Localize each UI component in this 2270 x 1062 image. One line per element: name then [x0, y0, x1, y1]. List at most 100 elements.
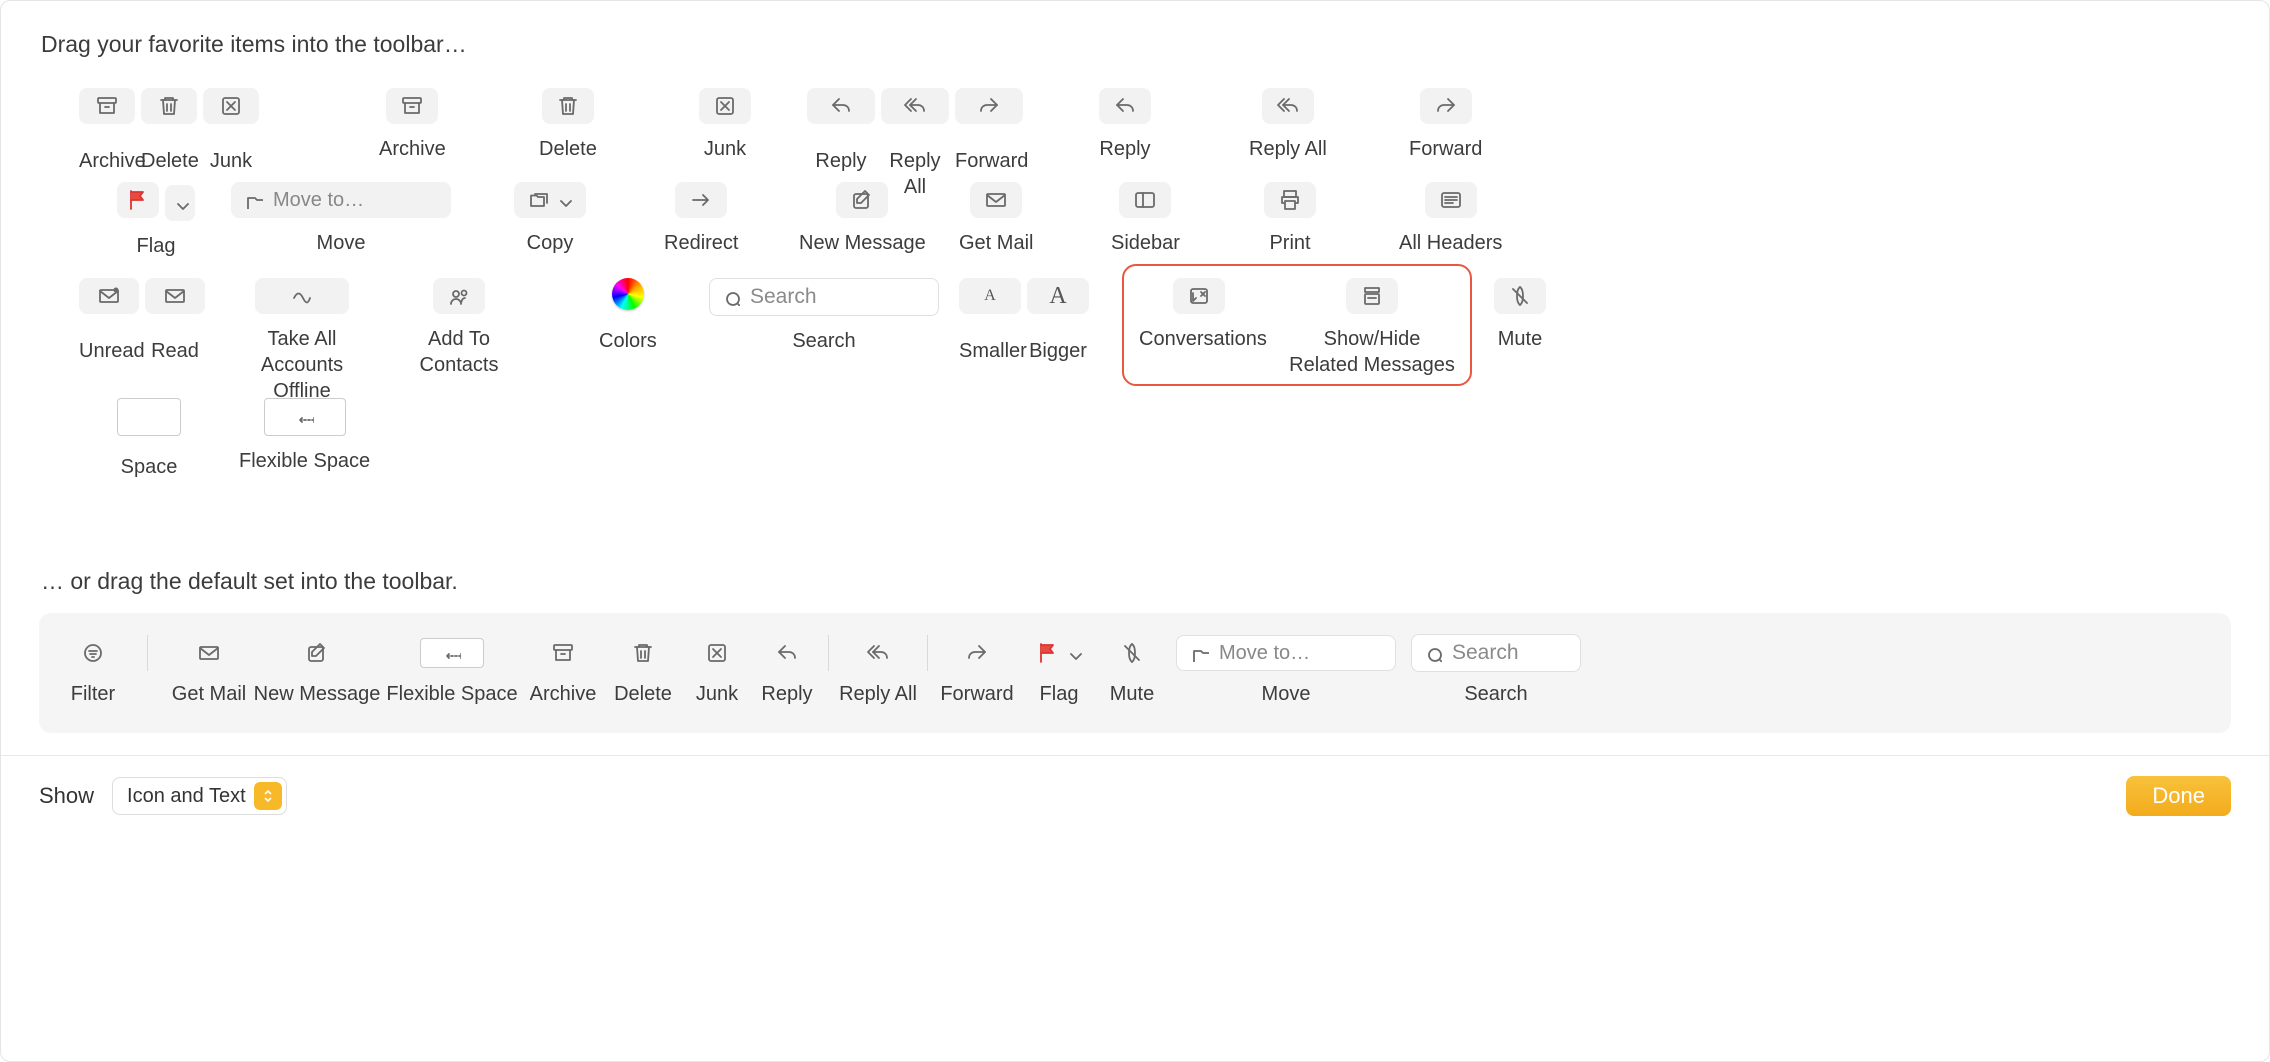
item-forward-single[interactable]: Forward: [1409, 88, 1482, 162]
bigger-icon[interactable]: A: [1027, 278, 1089, 314]
reply-label: Reply: [752, 683, 822, 706]
forward-icon[interactable]: [934, 635, 1020, 671]
default-toolbar-set[interactable]: Filter Get Mail New Message Flexible Spa…: [39, 613, 2231, 733]
item-reply-single[interactable]: Reply: [1099, 88, 1151, 162]
color-wheel-icon[interactable]: [612, 278, 644, 310]
flag-icon[interactable]: [117, 182, 159, 218]
reply-icon[interactable]: [752, 635, 822, 671]
item-new-message[interactable]: New Message: [799, 182, 926, 256]
junk-label: Junk: [682, 683, 752, 706]
reply-all-icon[interactable]: [835, 635, 921, 671]
item-offline[interactable]: Take All Accounts Offline: [237, 278, 367, 404]
forward-icon[interactable]: [955, 88, 1023, 124]
redirect-icon[interactable]: [675, 182, 727, 218]
headers-icon[interactable]: [1425, 182, 1477, 218]
compose-icon[interactable]: [252, 635, 382, 671]
contacts-icon[interactable]: [433, 278, 485, 314]
reply-all-icon[interactable]: [881, 88, 949, 124]
delete-icon[interactable]: [141, 88, 197, 124]
reply-all-icon[interactable]: [1262, 88, 1314, 124]
item-smaller-bigger[interactable]: A A Smaller Bigger: [959, 278, 1089, 364]
delete-icon[interactable]: [542, 88, 594, 124]
junk-label: Junk: [699, 136, 751, 162]
toolbar-items-grid: Archive Delete Junk Archive Delete Junk: [39, 88, 2231, 508]
flag-label: Flag: [117, 233, 195, 259]
move-placeholder: Move to…: [273, 189, 364, 212]
item-unread-read[interactable]: Unread Read: [79, 278, 205, 364]
junk-icon[interactable]: [699, 88, 751, 124]
mute-label: Mute: [1098, 683, 1166, 706]
item-reply-all-single[interactable]: Reply All: [1249, 88, 1327, 162]
flag-icon[interactable]: [1020, 635, 1098, 671]
space-icon[interactable]: [117, 398, 181, 436]
stepper-icon[interactable]: [254, 782, 282, 810]
move-label: Move: [231, 230, 451, 256]
delete-label: Delete: [604, 683, 682, 706]
flexible-space-icon[interactable]: [382, 635, 522, 671]
item-all-headers[interactable]: All Headers: [1399, 182, 1502, 256]
forward-icon[interactable]: [1420, 88, 1472, 124]
junk-icon[interactable]: [682, 635, 752, 671]
chevron-down-icon[interactable]: [165, 185, 195, 221]
archive-label: Archive: [522, 683, 604, 706]
delete-label: Delete: [539, 136, 597, 162]
show-mode-select[interactable]: Icon and Text: [112, 777, 287, 815]
reply-icon[interactable]: [807, 88, 875, 124]
search-placeholder: Search: [1452, 641, 1519, 665]
sidebar-icon[interactable]: [1119, 182, 1171, 218]
item-junk-single[interactable]: Junk: [699, 88, 751, 162]
move-to-field[interactable]: Move to…: [231, 182, 451, 218]
search-field[interactable]: Search: [1411, 634, 1581, 672]
envelope-icon[interactable]: [166, 635, 252, 671]
smaller-icon[interactable]: A: [959, 278, 1021, 314]
mute-icon[interactable]: [1494, 278, 1546, 314]
forward-label: Forward: [934, 683, 1020, 706]
filter-icon[interactable]: [57, 635, 129, 671]
item-copy[interactable]: Copy: [514, 182, 586, 256]
item-flag[interactable]: Flag: [117, 182, 195, 259]
mute-label: Mute: [1494, 326, 1546, 352]
item-redirect[interactable]: Redirect: [664, 182, 738, 256]
redirect-label: Redirect: [664, 230, 738, 256]
item-archive-single[interactable]: Archive: [379, 88, 446, 162]
envelope-icon[interactable]: [970, 182, 1022, 218]
item-archive-delete-junk[interactable]: Archive Delete Junk: [79, 88, 259, 174]
flexible-space-icon[interactable]: [264, 398, 346, 436]
forward-label: Forward: [1409, 136, 1482, 162]
item-mute[interactable]: Mute: [1494, 278, 1546, 352]
compose-icon[interactable]: [836, 182, 888, 218]
item-colors[interactable]: Colors: [599, 278, 657, 354]
move-to-field[interactable]: Move to…: [1176, 635, 1396, 671]
reply-label: Reply: [1099, 136, 1151, 162]
archive-icon[interactable]: [386, 88, 438, 124]
move-placeholder: Move to…: [1219, 642, 1310, 665]
item-search[interactable]: Search Search: [709, 278, 939, 354]
smaller-label: Smaller: [959, 338, 1021, 364]
item-delete-single[interactable]: Delete: [539, 88, 597, 162]
done-button[interactable]: Done: [2126, 776, 2231, 816]
reply-icon[interactable]: [1099, 88, 1151, 124]
search-field[interactable]: Search: [709, 278, 939, 316]
item-flexible-space[interactable]: Flexible Space: [239, 398, 370, 474]
delete-icon[interactable]: [604, 635, 682, 671]
print-icon[interactable]: [1264, 182, 1316, 218]
item-get-mail[interactable]: Get Mail: [959, 182, 1033, 256]
reply-all-label: Reply All: [1249, 136, 1327, 162]
item-move[interactable]: Move to… Move: [231, 182, 451, 256]
item-sidebar[interactable]: Sidebar: [1111, 182, 1180, 256]
offline-icon[interactable]: [255, 278, 349, 314]
archive-icon[interactable]: [522, 635, 604, 671]
junk-icon[interactable]: [203, 88, 259, 124]
item-space[interactable]: Space: [117, 398, 181, 480]
copy-icon[interactable]: [514, 182, 586, 218]
unread-icon[interactable]: [79, 278, 139, 314]
filter-label: Filter: [57, 683, 129, 706]
read-icon[interactable]: [145, 278, 205, 314]
item-print[interactable]: Print: [1264, 182, 1316, 256]
search-placeholder: Search: [750, 285, 817, 309]
item-add-contacts[interactable]: Add To Contacts: [394, 278, 524, 378]
flexible-space-label: Flexible Space: [239, 448, 370, 474]
mute-icon[interactable]: [1098, 635, 1166, 671]
archive-icon[interactable]: [79, 88, 135, 124]
sidebar-label: Sidebar: [1111, 230, 1180, 256]
